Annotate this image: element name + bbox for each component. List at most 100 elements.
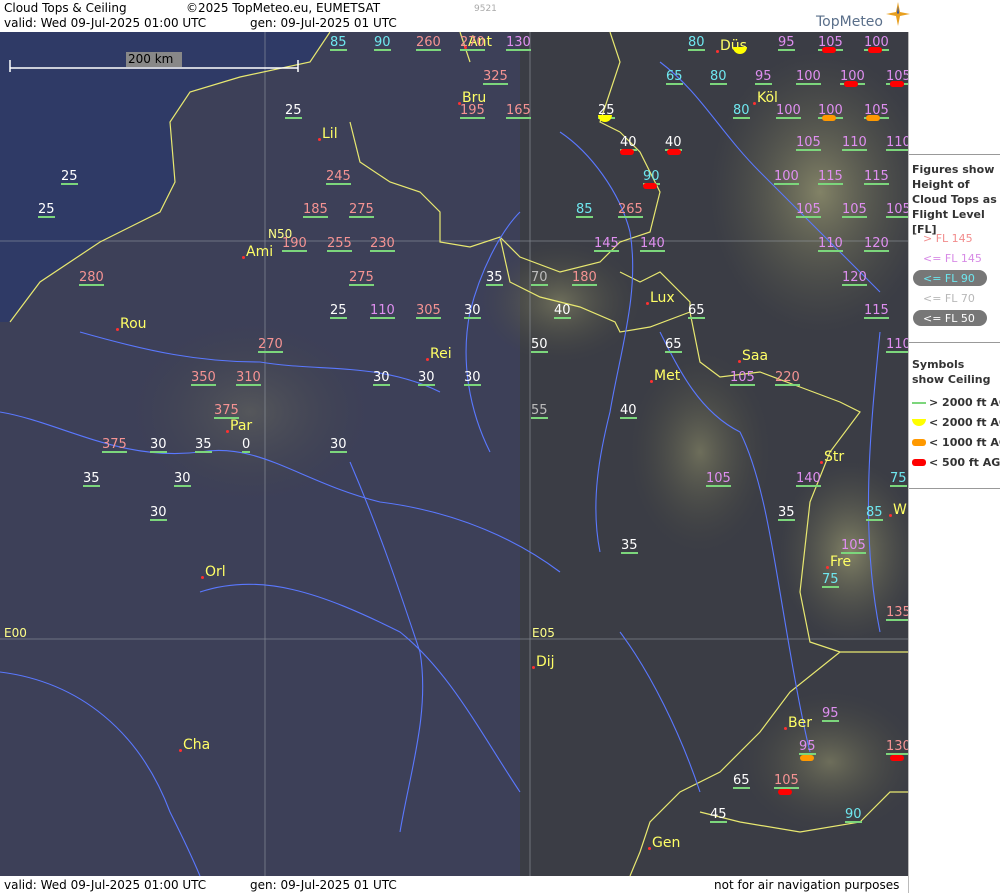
cloud-top-label: 105 <box>706 471 731 487</box>
map-title: Cloud Tops & Ceiling <box>4 1 127 15</box>
cloud-top-label: 100 <box>774 169 799 185</box>
city-dot <box>226 430 229 433</box>
cloud-top-label: 65 <box>688 303 705 319</box>
city-dot <box>753 102 756 105</box>
cloud-top-label: 275 <box>349 270 374 286</box>
cloud-top-label: 25 <box>285 103 302 119</box>
cloud-top-label: 115 <box>864 303 889 319</box>
cloud-top-label: 325 <box>483 69 508 85</box>
cloud-top-label: 120 <box>864 236 889 252</box>
image-code: 9521 <box>474 4 497 14</box>
legend-fl-item: > FL 145 <box>923 232 973 245</box>
city-dot <box>648 847 651 850</box>
cloud-top-label: 305 <box>416 303 441 319</box>
city-dot <box>826 566 829 569</box>
cloud-top-label: 65 <box>665 337 682 353</box>
ceiling-symbol <box>620 149 634 155</box>
city-label: Lux <box>650 290 675 306</box>
cloud-top-label: 180 <box>572 270 597 286</box>
city-dot <box>116 328 119 331</box>
cloud-top-label: 115 <box>818 169 843 185</box>
cloud-top-label: 105 <box>796 135 821 151</box>
cloud-top-label: 65 <box>666 69 683 85</box>
map-canvas <box>0 32 908 876</box>
city-dot <box>650 380 653 383</box>
city-label: Rou <box>120 316 147 332</box>
cloud-top-label: 185 <box>303 202 328 218</box>
legend-ceiling-swatch <box>912 419 926 426</box>
cloud-top-label: 85 <box>576 202 593 218</box>
cloud-top-label: 40 <box>620 403 637 419</box>
cloud-top-label: 375 <box>102 437 127 453</box>
cloud-top-label: 195 <box>460 103 485 119</box>
cloud-top-label: 35 <box>486 270 503 286</box>
cloud-top-label: 105 <box>796 202 821 218</box>
cloud-top-label: 85 <box>866 505 883 521</box>
cloud-top-label: 30 <box>464 370 481 386</box>
cloud-top-label: 190 <box>282 236 307 252</box>
cloud-top-label: 105 <box>730 370 755 386</box>
weather-map[interactable]: 200 km N50 E00 E05 Düs Köl Bru Ant Lil Ami Rou… <box>0 32 908 876</box>
footer-generated-time: gen: 09-Jul-2025 01 UTC <box>250 878 397 892</box>
cloud-top-label: 40 <box>554 303 571 319</box>
cloud-top-label: 30 <box>150 437 167 453</box>
cloud-top-label: 255 <box>327 236 352 252</box>
cloud-top-label: 55 <box>531 403 548 419</box>
cloud-top-label: 30 <box>373 370 390 386</box>
city-label: Met <box>654 368 681 384</box>
city-dot <box>820 461 823 464</box>
city-dot <box>646 302 649 305</box>
cloud-top-label: 140 <box>640 236 665 252</box>
ceiling-symbol <box>800 755 814 761</box>
scale-label: 200 km <box>128 52 174 66</box>
cloud-top-label: 80 <box>710 69 727 85</box>
cloud-top-label: 30 <box>150 505 167 521</box>
legend-fl-item: <= FL 145 <box>923 252 982 265</box>
legend-figures-title: Figures show Height of Cloud Tops as Fli… <box>912 163 997 236</box>
legend-divider <box>909 342 1000 343</box>
topmeteo-logo: TopMeteo <box>816 0 1000 32</box>
city-dot <box>738 360 741 363</box>
city-dot <box>716 50 719 53</box>
ceiling-symbol <box>643 183 657 189</box>
cloud-top-label: 105 <box>842 202 867 218</box>
city-label: Rei <box>430 346 452 362</box>
cloud-top-label: 130 <box>506 35 531 51</box>
cloud-top-label: 25 <box>330 303 347 319</box>
ceiling-symbol <box>822 115 836 121</box>
legend-ceiling-swatch <box>912 459 926 466</box>
cloud-top-label: 75 <box>822 572 839 588</box>
cloud-top-label: 275 <box>349 202 374 218</box>
legend-ceiling-item: < 500 ft AGL <box>929 456 1000 469</box>
legend-fl-item: <= FL 50 <box>923 312 975 325</box>
cloud-top-label: 70 <box>531 270 548 286</box>
cloud-top-label: 90 <box>374 35 391 51</box>
city-label: Str <box>824 449 845 465</box>
cloud-top-label: 110 <box>818 236 843 252</box>
city-label: Orl <box>205 564 226 580</box>
cloud-top-label: 95 <box>822 706 839 722</box>
grid-label-e00: E00 <box>4 626 27 640</box>
ceiling-symbol <box>667 149 681 155</box>
compass-star-icon <box>886 2 910 26</box>
cloud-top-label: 115 <box>864 169 889 185</box>
cloud-top-label: 0 <box>242 437 251 453</box>
city-dot <box>532 666 535 669</box>
cloud-top-label: 220 <box>775 370 800 386</box>
city-dot <box>426 358 429 361</box>
cloud-top-label: 105 <box>774 773 799 789</box>
cloud-top-label: 35 <box>778 505 795 521</box>
cloud-top-label: 25 <box>38 202 55 218</box>
city-dot <box>889 514 892 517</box>
cloud-top-label: 140 <box>796 471 821 487</box>
cloud-top-label: 25 <box>61 169 78 185</box>
cloud-top-label: 95 <box>799 739 816 755</box>
cloud-top-label: 65 <box>733 773 750 789</box>
city-label: Gen <box>652 835 681 851</box>
city-label: Dij <box>536 654 555 670</box>
cloud-top-label: 270 <box>258 337 283 353</box>
cloud-top-label: 75 <box>890 471 907 487</box>
legend-fl-item: <= FL 70 <box>923 292 975 305</box>
cloud-top-label: 110 <box>370 303 395 319</box>
cloud-top-label: 270 <box>460 35 485 51</box>
